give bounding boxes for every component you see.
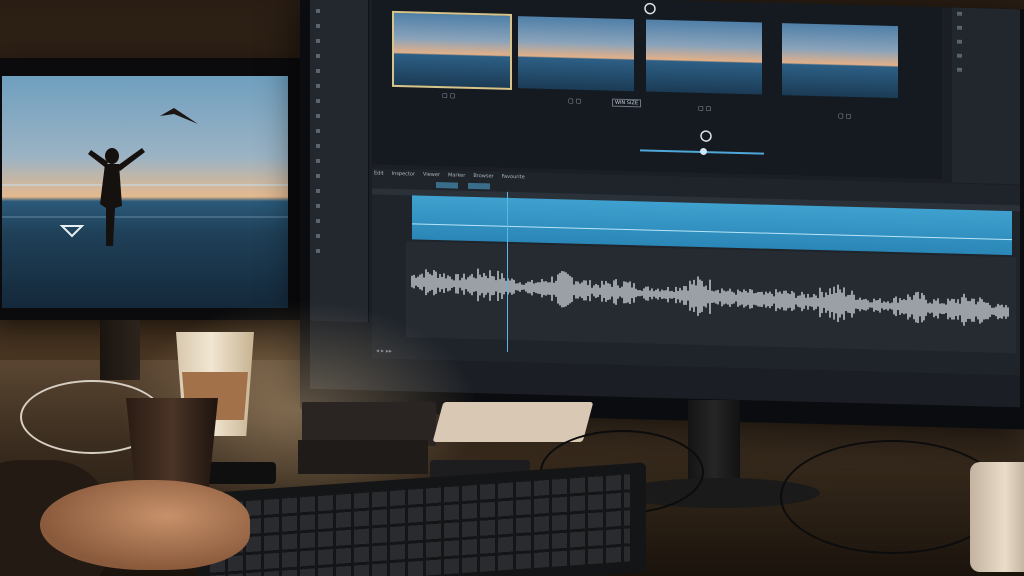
timeline-menu-item[interactable]: Inspector [392,171,415,178]
row-bullet [316,68,320,73]
property-row[interactable] [957,67,1020,80]
playhead[interactable] [507,191,508,352]
row-bullet [316,53,320,58]
timeline-menu-item[interactable]: Viewer [423,172,440,178]
row-bullet [316,113,320,118]
row-bullet [957,11,962,16]
thumbnail-4-controls[interactable]: ▢▢ [838,113,853,120]
thumbnail-3-controls[interactable]: ▢▢ [698,105,713,112]
side-panel-row[interactable] [316,53,362,67]
side-panel-row[interactable] [316,113,362,127]
side-panel-row[interactable] [316,248,362,262]
properties-panel [952,7,1020,185]
thumbnail-2-tag[interactable]: WIN SIZE [612,98,641,108]
side-panel-row[interactable] [316,158,362,172]
audio-waveform [411,268,1009,326]
side-panel-row[interactable] [316,23,362,37]
row-bullet [957,67,962,72]
toolbar-chip[interactable] [467,182,490,190]
timeline-menu-item[interactable]: Browser [473,173,493,180]
row-bullet [316,173,320,178]
clip-keyframe-line [412,223,1012,241]
side-panel-row[interactable] [316,128,362,142]
side-panel-row[interactable] [316,68,362,82]
side-panel-row[interactable] [316,8,362,22]
row-bullet [316,23,320,28]
timeline-menu-item[interactable]: Edit [374,170,384,176]
row-bullet [957,25,962,30]
side-panel-row[interactable] [316,83,362,97]
side-panel-row[interactable] [316,38,362,52]
audio-track[interactable] [406,241,1016,354]
row-bullet [957,39,962,44]
photo-scene: ▢▢ ▢▢ WIN SIZE ▢▢ ▢▢ Edit Inspector Viewer… [0,0,1024,576]
thumbnail-1[interactable] [392,10,512,91]
person-hand [40,480,250,570]
dark-coffee-cup [126,398,218,488]
row-bullet [316,158,320,163]
toolbar-chip[interactable] [436,182,458,189]
side-panel-row[interactable] [316,188,362,202]
media-side-panel [310,0,369,323]
boomerang-icon [160,108,198,124]
left-monitor [0,58,302,380]
timeline-menu-item[interactable]: Favourite [502,174,525,181]
side-panel-row[interactable] [316,173,362,187]
loop-icon[interactable] [698,129,714,143]
row-bullet [316,203,320,208]
side-panel-row[interactable] [316,0,362,7]
chevron-down-icon [59,225,85,238]
thumbnail-4[interactable] [782,23,898,99]
row-bullet [316,143,320,148]
property-row[interactable] [957,53,1020,66]
row-bullet [316,38,320,43]
thumbnail-1-controls[interactable]: ▢▢ [442,92,457,99]
thumbnail-3[interactable] [646,19,762,95]
beach-figure-illustration [59,108,198,246]
row-bullet [316,128,320,133]
side-panel-row[interactable] [316,98,362,112]
external-drive-2 [298,440,428,474]
thumbnail-2-controls[interactable]: ▢▢ [568,97,583,104]
notepad [432,402,594,442]
smartphone [206,462,276,484]
thumbnail-2[interactable] [518,16,634,92]
timeline-menu-item[interactable]: Marker [448,172,465,178]
property-row[interactable] [957,25,1020,38]
row-bullet [316,248,320,253]
side-panel-row[interactable] [316,218,362,232]
row-bullet [957,53,962,58]
ceramic-mug [970,462,1024,572]
rotate-icon[interactable] [640,1,660,16]
property-row[interactable] [957,39,1020,52]
side-panel-row[interactable] [316,143,362,157]
preview-area: ▢▢ ▢▢ WIN SIZE ▢▢ ▢▢ [372,0,942,180]
side-panel-row[interactable] [316,233,362,247]
row-bullet [316,188,320,193]
property-row[interactable] [957,11,1020,24]
side-panel-row[interactable] [316,203,362,217]
row-bullet [316,233,320,238]
row-bullet [316,218,320,223]
zoom-slider-knob[interactable] [700,147,707,156]
row-bullet [316,83,320,88]
left-monitor-screen [2,76,288,308]
row-bullet [316,98,320,103]
row-bullet [316,8,320,13]
